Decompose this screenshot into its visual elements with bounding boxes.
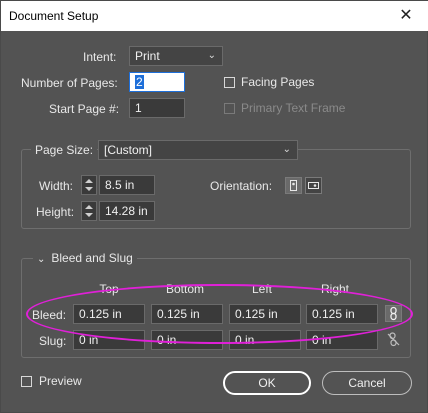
height-input[interactable]: 14.28 in: [99, 201, 155, 221]
bleed-bottom-value: 0.125 in: [157, 307, 200, 321]
title-bar: Document Setup ✕: [1, 1, 428, 31]
start-page-input[interactable]: 1: [129, 98, 185, 118]
slug-left-value: 0 in: [235, 333, 255, 347]
bleed-top-input[interactable]: 0.125 in: [73, 304, 145, 324]
document-setup-dialog: Document Setup ✕ Intent: Print ⌄ Number …: [0, 0, 428, 413]
width-value: 8.5 in: [105, 178, 135, 192]
chevron-down-icon: ⌄: [37, 254, 46, 265]
start-page-value: 1: [135, 101, 142, 115]
chain-link-icon: [390, 306, 397, 321]
height-stepper[interactable]: [81, 201, 97, 221]
bleed-bottom-input[interactable]: 0.125 in: [151, 304, 223, 324]
slug-left-input[interactable]: 0 in: [229, 330, 301, 350]
portrait-orientation-button[interactable]: [285, 177, 302, 194]
pages-input[interactable]: 2: [129, 72, 185, 92]
intent-dropdown[interactable]: Print ⌄: [129, 46, 223, 66]
bleed-slug-title: Bleed and Slug: [51, 251, 133, 265]
start-page-label: Start Page #:: [49, 102, 120, 116]
facing-pages-label: Facing Pages: [241, 75, 315, 89]
orientation-label: Orientation:: [210, 179, 273, 193]
facing-pages-checkbox[interactable]: [224, 77, 235, 88]
pages-value: 2: [135, 75, 144, 89]
window-title: Document Setup: [9, 9, 99, 23]
ok-button[interactable]: OK: [223, 371, 311, 395]
slug-bottom-input[interactable]: 0 in: [151, 330, 223, 350]
close-icon[interactable]: ✕: [383, 1, 428, 31]
page-size-dropdown[interactable]: [Custom] ⌄: [98, 140, 298, 160]
portrait-icon: [290, 180, 297, 191]
bleed-top-value: 0.125 in: [79, 307, 122, 321]
bleed-link-button[interactable]: [385, 305, 402, 322]
primary-text-frame-checkbox[interactable]: [224, 103, 235, 114]
bleed-label: Bleed:: [32, 308, 67, 322]
slug-top-value: 0 in: [79, 333, 99, 347]
preview-checkbox[interactable]: [21, 376, 32, 387]
bleed-right-value: 0.125 in: [312, 307, 355, 321]
slug-right-input[interactable]: 0 in: [306, 330, 378, 350]
chevron-down-icon: ⌄: [207, 50, 216, 61]
slug-right-value: 0 in: [312, 333, 332, 347]
preview-label: Preview: [39, 374, 82, 388]
width-label: Width:: [39, 179, 74, 193]
landscape-icon: [308, 182, 319, 189]
landscape-orientation-button[interactable]: [305, 177, 322, 194]
bleed-left-value: 0.125 in: [235, 307, 278, 321]
width-input[interactable]: 8.5 in: [99, 175, 155, 195]
width-stepper[interactable]: [81, 175, 97, 195]
slug-label: Slug:: [39, 334, 67, 348]
broken-chain-link-icon: [387, 332, 400, 347]
height-label: Height:: [36, 205, 75, 219]
slug-top-input[interactable]: 0 in: [73, 330, 145, 350]
bleed-right-input[interactable]: 0.125 in: [306, 304, 378, 324]
bleed-left-input[interactable]: 0.125 in: [229, 304, 301, 324]
cancel-button[interactable]: Cancel: [322, 371, 412, 395]
page-size-value: [Custom]: [104, 143, 153, 157]
bleed-slug-header[interactable]: ⌄ Bleed and Slug: [33, 251, 137, 265]
slug-bottom-value: 0 in: [157, 333, 177, 347]
slug-link-button[interactable]: [385, 331, 402, 348]
intent-label: Intent:: [83, 50, 117, 64]
primary-text-frame-label: Primary Text Frame: [241, 101, 346, 115]
chevron-down-icon: ⌄: [282, 144, 291, 155]
intent-value: Print: [135, 49, 160, 63]
height-value: 14.28 in: [105, 204, 148, 218]
column-header-right: Right: [320, 282, 349, 296]
pages-label: Number of Pages:: [21, 76, 118, 90]
page-size-label: Page Size:: [31, 143, 98, 157]
